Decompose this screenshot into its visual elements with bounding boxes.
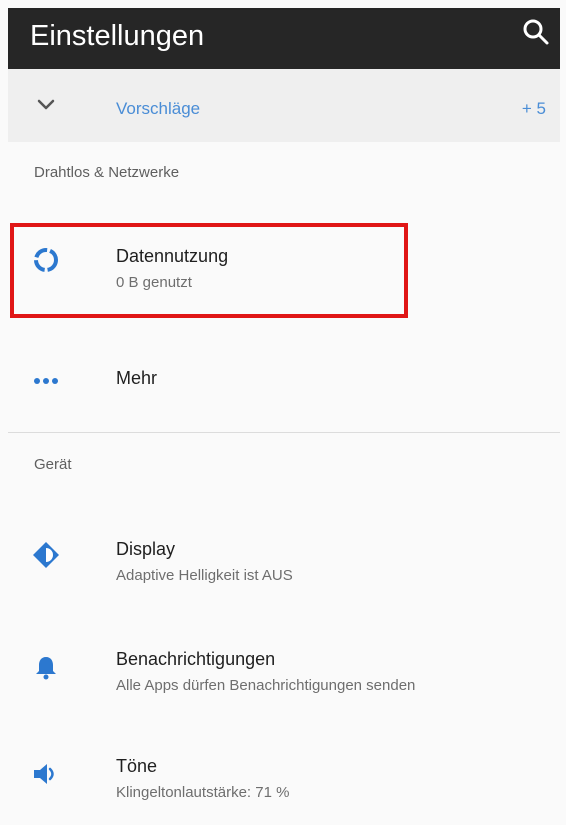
item-title-display: Display — [116, 539, 176, 559]
suggestions-row[interactable]: Vorschläge + 5 — [8, 69, 560, 142]
settings-item-more[interactable]: Mehr — [8, 338, 560, 422]
more-icon — [30, 364, 62, 396]
suggestions-label[interactable]: Vorschläge — [116, 99, 200, 119]
item-subtitle-display: Adaptive Helligkeit ist AUS — [116, 567, 293, 584]
bell-icon — [30, 651, 62, 683]
suggestions-count[interactable]: + 5 — [522, 99, 546, 119]
item-title-sounds: Töne — [116, 756, 158, 776]
highlight-box — [10, 223, 408, 318]
volume-icon — [30, 758, 62, 790]
item-title-notifications: Benachrichtigungen — [116, 649, 276, 669]
item-title-more: Mehr — [116, 368, 158, 388]
item-subtitle-sounds: Klingeltonlautstärke: 71 % — [116, 784, 290, 801]
item-subtitle-notifications: Alle Apps dürfen Benachrichtigungen send… — [116, 677, 416, 694]
page-title: Einstellungen — [30, 20, 205, 52]
section-header-wireless: Drahtlos & Netzwerke — [34, 164, 180, 181]
brightness-icon — [30, 539, 62, 571]
chevron-down-icon[interactable] — [34, 93, 58, 117]
top-app-bar: Einstellungen — [8, 8, 560, 69]
settings-item-sounds[interactable]: Töne Klingeltonlautstärke: 71 % — [8, 732, 560, 816]
divider — [8, 432, 560, 433]
settings-item-display[interactable]: Display Adaptive Helligkeit ist AUS — [8, 513, 560, 597]
settings-item-notifications[interactable]: Benachrichtigungen Alle Apps dürfen Bena… — [8, 625, 560, 709]
settings-screen: Einstellungen Vorschläge + 5 Drahtlos & … — [0, 0, 566, 825]
section-header-device: Gerät — [34, 456, 72, 473]
search-icon[interactable] — [520, 16, 552, 48]
